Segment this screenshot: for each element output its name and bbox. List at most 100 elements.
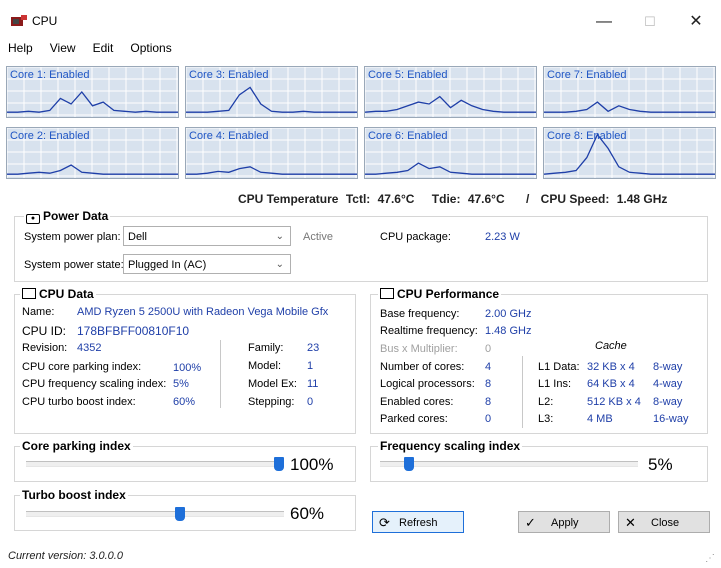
chart-icon (380, 288, 394, 299)
cpu-performance-divider (522, 356, 523, 428)
version-label: Current version: (8, 550, 87, 562)
frequency-scaling-track[interactable] (380, 461, 638, 467)
turbo-index-value: 60% (173, 396, 196, 408)
revision-value: 4352 (77, 342, 102, 354)
cpu-data-divider (220, 340, 221, 408)
scaling-index-value: 5% (173, 378, 189, 390)
power-state-label: System power state: (24, 259, 124, 271)
core-parking-slider-thumb[interactable] (274, 457, 284, 471)
parked-cores-value: 0 (485, 413, 492, 425)
parked-cores-label: Parked cores: (380, 413, 448, 425)
turbo-boost-track[interactable] (26, 511, 284, 517)
speed-value: 1.48 GHz (616, 192, 668, 206)
core-graph-label: Core 7: Enabled (547, 69, 627, 81)
cpu-performance-title: CPU Performance (378, 287, 502, 301)
power-plan-state: Active (303, 231, 333, 243)
apply-button[interactable]: ✓ Apply (518, 511, 610, 533)
revision-label: Revision: (22, 342, 68, 354)
logical-processors-label: Logical processors: (380, 378, 475, 390)
cpu-app-icon (11, 15, 27, 26)
core-graph-label: Core 2: Enabled (10, 130, 90, 142)
realtime-frequency-value: 1.48 GHz (485, 325, 532, 337)
turbo-boost-slider-thumb[interactable] (174, 507, 185, 521)
title-bar: CPU — ☐ ✕ (0, 0, 721, 40)
power-icon: ● (26, 214, 40, 224)
menu-edit[interactable]: Edit (93, 41, 114, 55)
cpu-id-label: CPU ID: (22, 324, 67, 338)
base-frequency-value: 2.00 GHz (485, 308, 532, 320)
cpu-id-value: 178BFBFF00810F10 (77, 324, 190, 338)
cpu-package-label: CPU package: (380, 231, 451, 243)
core-graph: Core 7: Enabled (543, 66, 716, 118)
cache-title: Cache (595, 340, 627, 352)
power-state-select[interactable]: Plugged In (AC) ⌄ (123, 254, 291, 274)
l1-data-value: 32 KB x 4 (587, 361, 635, 373)
menu-bar: Help View Edit Options (8, 41, 186, 59)
tdie-label: Tdie: (431, 192, 461, 206)
power-data-title: ● Power Data (24, 209, 111, 224)
l1-ins-value: 64 KB x 4 (587, 378, 635, 390)
menu-options[interactable]: Options (130, 41, 171, 55)
enabled-cores-value: 8 (485, 396, 492, 408)
enabled-cores-label: Enabled cores: (380, 396, 454, 408)
stepping-label: Stepping: (248, 396, 295, 408)
core-graph-label: Core 3: Enabled (189, 69, 269, 81)
turbo-index-label: CPU turbo boost index: (22, 396, 136, 408)
num-cores-value: 4 (485, 361, 492, 373)
parking-index-value: 100% (173, 362, 202, 374)
maximize-button[interactable]: ☐ (630, 8, 670, 36)
model-ex-label: Model Ex: (248, 378, 297, 390)
window-title: CPU (32, 14, 58, 28)
chevron-down-icon: ⌄ (275, 259, 284, 270)
refresh-button[interactable]: ⟳ Refresh (372, 511, 464, 533)
tctl-value: 47.6°C (377, 192, 415, 206)
monitor-icon (22, 288, 36, 299)
close-button[interactable]: ✕ Close (618, 511, 710, 533)
base-frequency-label: Base frequency: (380, 308, 460, 320)
tctl-label: Tctl: (345, 192, 371, 206)
core-graph: Core 8: Enabled (543, 127, 716, 179)
frequency-scaling-value: 5% (648, 455, 673, 474)
close-icon: ✕ (689, 13, 703, 30)
l2-label: L2: (538, 396, 554, 408)
core-graph-label: Core 8: Enabled (547, 130, 627, 142)
power-plan-value: Dell (128, 231, 147, 243)
l1-ins-way: 4-way (653, 378, 683, 390)
resize-grip-icon[interactable]: ⋰ (705, 553, 715, 564)
l3-way: 16-way (653, 413, 689, 425)
checkmark-icon: ✓ (525, 515, 536, 530)
core-graph-label: Core 6: Enabled (368, 130, 448, 142)
minimize-button[interactable]: — (584, 8, 624, 36)
power-data-group (14, 216, 708, 282)
l1-ins-label: L1 Ins: (538, 378, 572, 390)
bus-multiplier-label: Bus x Multiplier: (380, 343, 458, 355)
cpu-data-title: CPU Data (20, 287, 96, 301)
frequency-scaling-slider-thumb[interactable] (404, 457, 415, 471)
model-ex-value: 11 (307, 378, 319, 390)
version-footer: Current version: 3.0.0.0 (8, 550, 123, 562)
realtime-frequency-label: Realtime frequency: (380, 325, 478, 337)
menu-help[interactable]: Help (8, 41, 33, 55)
parking-index-label: CPU core parking index: (22, 361, 142, 373)
core-parking-value: 100% (290, 455, 334, 474)
num-cores-label: Number of cores: (380, 361, 465, 373)
power-plan-label: System power plan: (24, 231, 121, 243)
core-graph: Core 3: Enabled (185, 66, 358, 118)
l1-data-label: L1 Data: (538, 361, 580, 373)
cpu-name-value: AMD Ryzen 5 2500U with Radeon Vega Mobil… (77, 306, 329, 318)
power-state-value: Plugged In (AC) (128, 259, 207, 271)
core-graph: Core 5: Enabled (364, 66, 537, 118)
menu-view[interactable]: View (50, 41, 76, 55)
core-graph-label: Core 1: Enabled (10, 69, 90, 81)
core-parking-track[interactable] (26, 461, 284, 467)
power-plan-select[interactable]: Dell ⌄ (123, 226, 291, 246)
core-graph: Core 6: Enabled (364, 127, 537, 179)
core-graph: Core 1: Enabled (6, 66, 179, 118)
close-window-button[interactable]: ✕ (676, 8, 716, 36)
family-value: 23 (307, 342, 320, 354)
model-label: Model: (248, 360, 282, 372)
minimize-icon: — (596, 13, 612, 30)
model-value: 1 (307, 360, 314, 372)
close-x-icon: ✕ (625, 515, 636, 530)
maximize-icon: ☐ (644, 14, 656, 29)
